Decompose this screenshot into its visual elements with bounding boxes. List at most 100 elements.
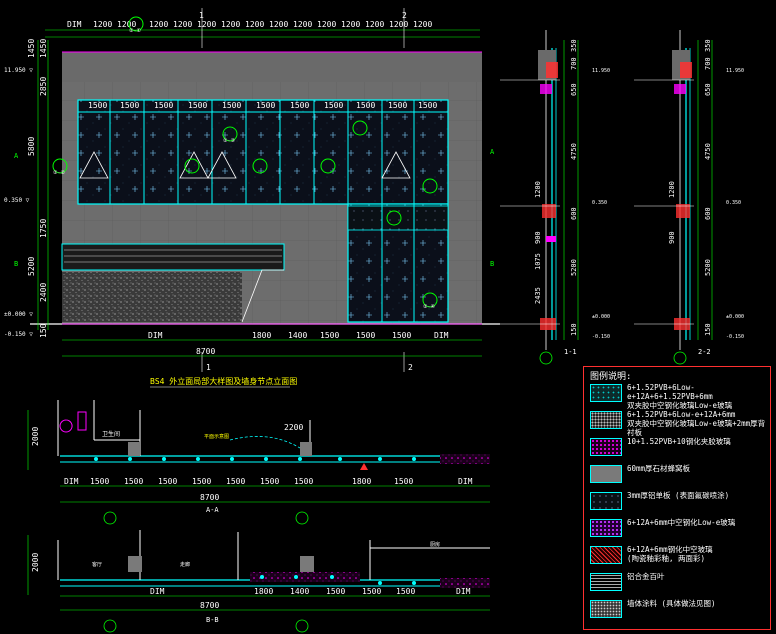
plan-b-total: 8700 [200,601,219,610]
plan-a-room-0: 卫生间 [102,430,120,438]
legend-swatch [590,411,622,429]
bottom-dim-1: 1800 [252,331,271,340]
panel-dim-7: 1500 [324,101,343,110]
top-dim-0: DIM [67,20,82,29]
legend-text: 60mm厚石材蜂窝板 [627,464,691,473]
bottom-dim-2: 1400 [288,331,307,340]
sec2-dim-1: 700 [704,57,712,70]
upper-curtain-wall [77,99,449,205]
callout-label-0: ②-① [129,28,141,34]
legend-item: 6+12A+6mm中空钢化Low-e玻璃 [584,516,770,540]
plan-a-marker [360,463,368,470]
legend-swatch [590,492,622,510]
top-dim-12: 1200 [365,20,384,29]
sec2-dim-2: 650 [704,83,712,96]
legend-swatch [590,600,622,618]
left-dimension-chain: 1450 1450 2850 5800 1750 5200 2400 150 [27,39,49,338]
callout-label-1: ②-② [53,170,65,176]
sec1-dim-4: 1200 [534,181,542,198]
panel-dim-10: 1500 [418,101,437,110]
sec1-dim-6: 900 [534,231,542,244]
left-dim-5: 5200 [27,257,36,276]
left-dim-6: 2400 [39,283,48,302]
top-dim-1: 1200 [93,20,112,29]
plan-b-dim-0: DIM [150,587,165,596]
sec2-dim-4: 1200 [668,181,676,198]
top-dim-6: 1200 [221,20,240,29]
axis-top-1: 1 [199,11,204,20]
sec1-level-0: 11.950 [592,68,610,74]
plan-b-dim-4: 1500 [362,587,381,596]
legend-text: 6+12A+6mm中空钢化Low-e玻璃 [627,518,736,527]
panel-dim-0: 1500 [88,101,107,110]
bottom-dim-6: DIM [434,331,449,340]
legend-item: 6+12A+6mm钢化中空玻璃 (陶瓷釉彩釉, 两面彩) [584,543,770,567]
panel-dim-6: 1500 [290,101,309,110]
bottom-dim-3: 1500 [320,331,339,340]
plan-b-dim-2: 1400 [290,587,309,596]
legend-item: 60mm厚石材蜂窝板 [584,462,770,486]
plan-a-total: 8700 [200,493,219,502]
sec1-dim-2: 650 [570,83,578,96]
plan-a-dim-7: 1500 [294,477,313,486]
legend-swatch [590,519,622,537]
axis-right-a: A [490,148,495,156]
legend-item: 墙体涂料 (具体做法见图) [584,597,770,621]
top-dim-10: 1200 [317,20,336,29]
sec1-level-1: 0.350 [592,200,607,206]
top-dim-11: 1200 [341,20,360,29]
plan-b-label: B-B [206,616,219,624]
level-mark-0: 11.950 ▽ [4,67,33,74]
sec1-dim-10: 150 [570,323,578,336]
legend-text: 6+1.52PVB+6Low-e+12A+6+1.52PVB+6mm 双夹胶中空… [627,383,733,410]
sec1-dim-0: 350 [570,39,578,52]
stone-base [62,272,242,322]
legend-text: 墙体涂料 (具体做法见图) [627,599,716,608]
sec1-dim-9: 5200 [570,259,578,276]
sec1-level-2: ±0.000 [592,314,610,320]
axis-bottom-2: 2 [408,363,413,372]
legend-swatch [590,546,622,564]
sec2-dim-5: 600 [704,207,712,220]
top-dim-3: 1200 [149,20,168,29]
level-mark-3: -0.150 ▽ [4,331,33,338]
section-1-label: 1-1 [564,348,577,356]
plan-a-room-1: 平面示意图 [204,433,229,440]
elevation-title: BS4 外立面局部大样图及墙身节点立面图 [150,376,297,386]
top-dim-13: 1200 [389,20,408,29]
legend-swatch [590,573,622,591]
axis-left-b: B [14,260,18,268]
sec2-dim-0: 350 [704,39,712,52]
sec1-dim-8: 2435 [534,287,542,304]
legend-text: 铝合金百叶 [627,572,665,581]
top-dim-5: 1200 [197,20,216,29]
sec1-dim-5: 600 [570,207,578,220]
sec1-level-3: -0.150 [592,334,610,340]
plan-a-dim-6: 1500 [260,477,279,486]
plan-b-room-0: 客厅 [92,561,102,568]
plan-b-room-1: 走廊 [180,561,190,568]
axis-top-2: 2 [402,11,407,20]
section-2-2: 350 700 650 4750 1200 600 900 5200 150 1… [634,30,744,365]
section-2-label: 2-2 [698,348,711,356]
sec2-dim-7: 5200 [704,259,712,276]
plan-a-dim-1: 1500 [90,477,109,486]
panel-dim-4: 1500 [222,101,241,110]
plan-a-label: A-A [206,506,219,514]
legend-text: 6+12A+6mm钢化中空玻璃 (陶瓷釉彩釉, 两面彩) [627,545,713,563]
plan-a-height: 2000 [31,427,40,446]
level-mark-1: 0.350 ▽ [4,197,30,204]
legend-text: 6+1.52PVB+6Low-e+12A+6mm 双夹胶中空钢化玻璃Low-e玻… [627,410,766,437]
callout-label-3: ②-④ [423,304,435,310]
plan-a-dim-9: 1500 [394,477,413,486]
sec2-dim-3: 4750 [704,143,712,160]
plan-a-dim-10: DIM [458,477,473,486]
callout-label-2: ②-③ [223,138,235,144]
sec1-dim-3: 4750 [570,143,578,160]
plan-a-a: 卫生间 平面示意图 2200 2000 DIM 1500 1500 1500 1… [27,400,490,525]
entrance-canopy [61,243,285,271]
legend-swatch [590,384,622,402]
sec2-level-3: -0.150 [726,334,744,340]
legend-panel: 图例说明: 6+1.52PVB+6Low-e+12A+6+1.52PVB+6mm… [583,366,771,630]
plan-a-dim-0: DIM [64,477,79,486]
